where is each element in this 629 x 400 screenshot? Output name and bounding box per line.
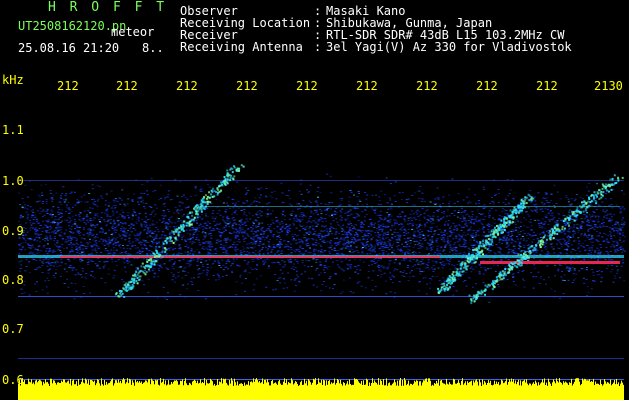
x-tick: 212 xyxy=(536,79,558,93)
meteor-count: 8.. xyxy=(142,41,164,55)
reference-line xyxy=(18,296,624,297)
noise-band xyxy=(18,173,626,303)
x-tick: 212 xyxy=(296,79,318,93)
info-sep: : xyxy=(314,40,322,54)
x-tick: 212 xyxy=(476,79,498,93)
y-tick: 0.7 xyxy=(2,322,24,336)
x-tick: 212 xyxy=(116,79,138,93)
y-tick: 0.6 xyxy=(2,373,24,387)
info-label-antenna: Receiving Antenna xyxy=(180,40,303,54)
spectrogram xyxy=(18,164,626,400)
x-tick: 212 xyxy=(356,79,378,93)
x-tick: 212 xyxy=(57,79,79,93)
carrier-line-red xyxy=(480,261,620,264)
x-tick: 212 xyxy=(176,79,198,93)
date-time: 25.08.16 21:20 xyxy=(18,41,120,55)
x-tick: 212 xyxy=(236,79,258,93)
meteor-tag: meteor xyxy=(111,25,155,39)
reference-line xyxy=(18,358,624,359)
x-tick: 212 xyxy=(416,79,438,93)
reference-line xyxy=(200,206,620,207)
info-value-antenna: 3el Yagi(V) Az 330 for Vladivostok xyxy=(326,40,572,54)
y-axis-unit: kHz xyxy=(2,73,24,87)
y-tick: 1.1 xyxy=(2,123,24,137)
y-tick: 0.9 xyxy=(2,224,24,238)
y-tick: 1.0 xyxy=(2,174,24,188)
y-tick: 0.8 xyxy=(2,273,24,287)
signal-level-bar xyxy=(18,378,624,400)
x-tick: 2130 xyxy=(594,79,623,93)
brand-title: H R O F F T xyxy=(48,0,168,15)
reference-line xyxy=(18,180,624,181)
carrier-line-red xyxy=(60,256,440,258)
meteor-echo-trace xyxy=(115,164,245,298)
